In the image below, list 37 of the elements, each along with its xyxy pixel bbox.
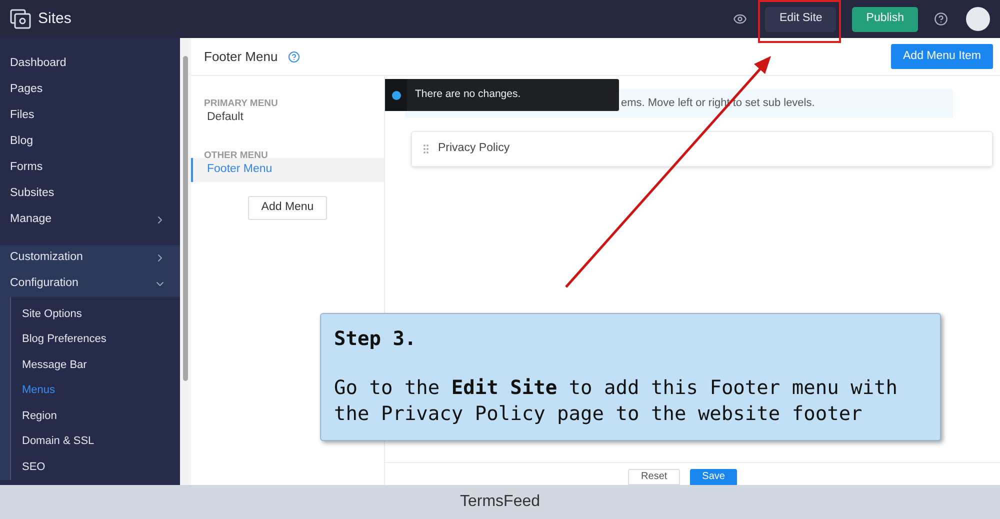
sidebar-subitem[interactable]: SEO xyxy=(22,458,46,475)
menu-item-label: Privacy Policy xyxy=(438,141,510,156)
sidebar-subitem[interactable]: Menus xyxy=(22,382,56,398)
page-title: Footer Menu xyxy=(204,48,278,66)
add-menu-button[interactable]: Add Menu xyxy=(248,196,327,220)
help-icon[interactable] xyxy=(934,12,948,26)
reset-button[interactable]: Reset xyxy=(628,469,680,485)
caption-text: TermsFeed xyxy=(460,492,540,512)
save-button[interactable]: Save xyxy=(690,469,737,485)
sidebar-item[interactable]: Manage xyxy=(10,211,52,229)
sidebar-subitem[interactable]: Blog Preferences xyxy=(22,331,106,348)
sidebar-item[interactable]: Dashboard xyxy=(10,55,66,73)
sidebar-item[interactable]: Configuration xyxy=(10,275,78,293)
menu-group-heading: OTHER MENU xyxy=(204,150,268,161)
sidebar-subitem[interactable]: Site Options xyxy=(22,306,82,322)
menu-item-row[interactable]: Privacy Policy xyxy=(411,131,993,167)
app-title: Sites xyxy=(38,8,72,29)
sidebar-subitem[interactable]: Domain & SSL xyxy=(22,433,94,450)
add-menu-item-button[interactable]: Add Menu Item xyxy=(891,44,993,69)
sidebar-item[interactable]: Pages xyxy=(10,81,43,99)
avatar[interactable] xyxy=(966,7,990,31)
preview-icon[interactable] xyxy=(733,12,748,26)
sites-logo-icon xyxy=(10,9,32,29)
callout-title: Step 3. xyxy=(334,327,418,351)
scrollbar[interactable] xyxy=(180,38,191,485)
menu-group-heading: PRIMARY MENU xyxy=(204,98,278,109)
sidebar-subitem[interactable]: Message Bar xyxy=(22,356,87,373)
toast-message: There are no changes. xyxy=(415,87,521,102)
sidebar-subitem[interactable]: Region xyxy=(22,408,57,424)
sidebar-item[interactable]: Blog xyxy=(10,133,34,151)
menu-list-item[interactable]: Default xyxy=(191,106,384,130)
sidebar-item[interactable]: Forms xyxy=(10,159,43,177)
callout-text: Go to the Edit Site to add this Footer menu with the Privacy Policy page to the website footer xyxy=(334,375,899,427)
help-icon[interactable] xyxy=(288,50,300,62)
edit-site-button[interactable]: Edit Site xyxy=(765,6,836,32)
sidebar-item[interactable]: Subsites xyxy=(10,185,54,203)
sidebar-item[interactable]: Files xyxy=(10,107,34,125)
